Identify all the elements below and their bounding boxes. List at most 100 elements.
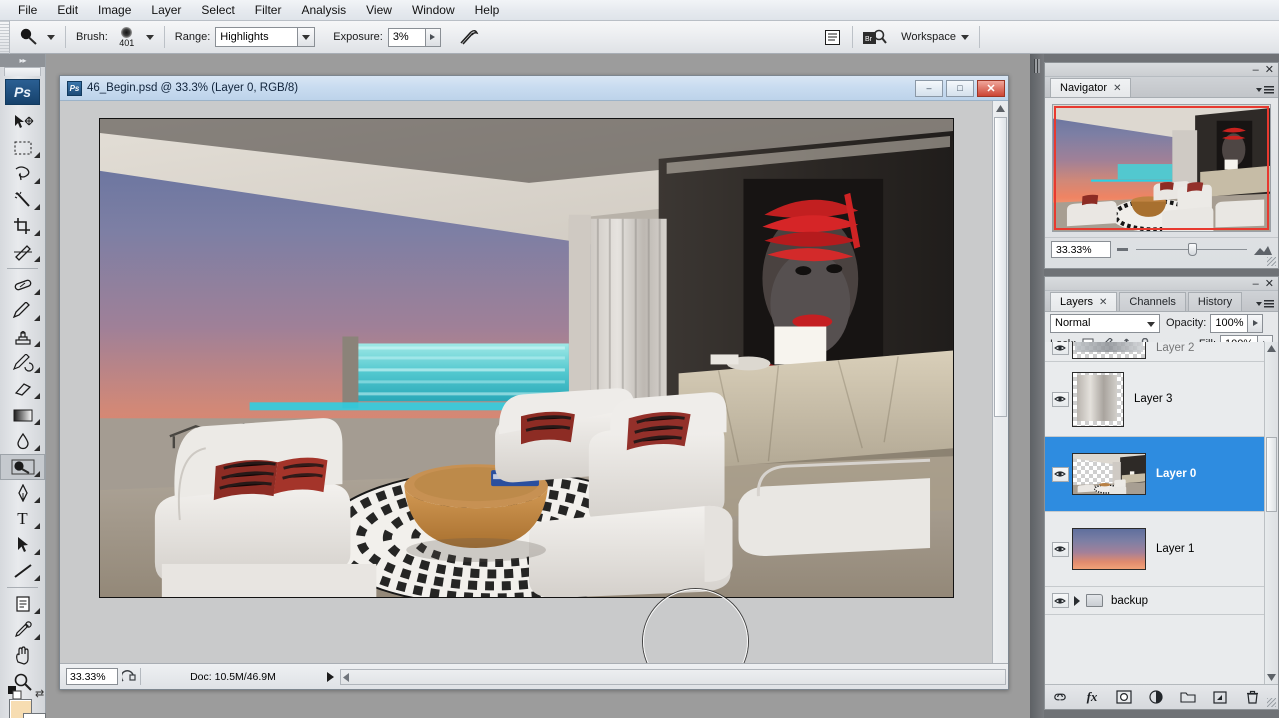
workspace-caret-icon[interactable]: [961, 34, 969, 40]
blend-mode-select[interactable]: Normal: [1050, 313, 1160, 333]
toolbox-collapse-icon[interactable]: [0, 54, 45, 67]
hand-tool[interactable]: [0, 643, 45, 669]
clone-stamp-tool[interactable]: [0, 324, 45, 350]
tab-navigator[interactable]: Navigator ✕: [1050, 78, 1132, 97]
tab-history[interactable]: History: [1187, 292, 1243, 311]
link-layers-icon[interactable]: [1052, 689, 1068, 705]
layers-scroll-up-icon[interactable]: [1267, 345, 1276, 352]
burn-tool-icon[interactable]: [16, 25, 42, 49]
menu-item-filter[interactable]: Filter: [245, 1, 292, 19]
status-proxy-icon[interactable]: [118, 668, 140, 685]
status-menu-triangle-icon[interactable]: [327, 671, 334, 682]
canvas-vertical-scrollbar[interactable]: [992, 101, 1008, 663]
layer-thumbnail[interactable]: [1072, 371, 1124, 427]
menu-item-edit[interactable]: Edit: [47, 1, 88, 19]
dodge-burn-tool[interactable]: [0, 454, 45, 480]
airbrush-icon[interactable]: [456, 25, 482, 49]
pen-tool[interactable]: [0, 480, 45, 506]
layer-name-layer-1[interactable]: Layer 1: [1156, 543, 1194, 555]
layer-row-layer-3[interactable]: Layer 3: [1045, 362, 1278, 437]
close-button[interactable]: ✕: [977, 79, 1005, 97]
new-group-icon[interactable]: [1180, 689, 1196, 705]
layer-visibility-toggle[interactable]: [1048, 342, 1072, 355]
layer-thumbnail[interactable]: [1072, 528, 1146, 570]
document-title-bar[interactable]: Ps 46_Begin.psd @ 33.3% (Layer 0, RGB/8)…: [60, 76, 1008, 101]
menu-item-file[interactable]: File: [8, 1, 47, 19]
layer-visibility-toggle[interactable]: [1048, 391, 1072, 407]
vertical-scroll-thumb[interactable]: [994, 117, 1007, 417]
layer-thumbnail[interactable]: [1072, 342, 1146, 359]
opacity-stepper[interactable]: [1248, 313, 1264, 333]
zoom-in-icon[interactable]: [1252, 245, 1272, 255]
tab-navigator-close-icon[interactable]: ✕: [1113, 83, 1121, 94]
menu-item-window[interactable]: Window: [402, 1, 465, 19]
options-bar-grip[interactable]: [0, 20, 10, 54]
brush-tool[interactable]: [0, 298, 45, 324]
zoom-out-icon[interactable]: [1117, 245, 1131, 254]
scroll-up-icon[interactable]: [993, 101, 1008, 115]
delete-layer-icon[interactable]: [1244, 689, 1260, 705]
navigator-minimize-icon[interactable]: –: [1253, 64, 1259, 75]
canvas-horizontal-scrollbar[interactable]: [340, 668, 1006, 685]
line-tool[interactable]: [0, 558, 45, 584]
exposure-stepper[interactable]: [425, 27, 441, 47]
navigator-panel-menu[interactable]: [1256, 86, 1274, 94]
navigator-zoom-slider[interactable]: [1117, 243, 1272, 256]
layer-row-backup-group[interactable]: backup: [1045, 587, 1278, 615]
zoom-level-input[interactable]: 33.33%: [66, 668, 118, 685]
layers-close-icon[interactable]: ✕: [1265, 277, 1274, 290]
layer-visibility-toggle[interactable]: [1048, 541, 1072, 557]
marquee-tool[interactable]: [0, 135, 45, 161]
menu-item-layer[interactable]: Layer: [141, 1, 191, 19]
gradient-tool[interactable]: [0, 402, 45, 428]
group-expand-triangle-icon[interactable]: [1074, 595, 1080, 606]
layer-name-backup[interactable]: backup: [1111, 595, 1148, 607]
canvas-area[interactable]: [60, 101, 1008, 663]
layer-mask-icon[interactable]: [1116, 689, 1132, 705]
layer-visibility-toggle[interactable]: [1048, 593, 1072, 608]
menu-item-image[interactable]: Image: [88, 1, 141, 19]
type-tool[interactable]: T: [0, 506, 45, 532]
eyedropper-tool[interactable]: [0, 617, 45, 643]
workspace-label[interactable]: Workspace: [901, 31, 956, 43]
layer-row-layer-1[interactable]: Layer 1: [1045, 512, 1278, 587]
layer-name-layer-0[interactable]: Layer 0: [1156, 468, 1196, 480]
menu-item-select[interactable]: Select: [191, 1, 244, 19]
image-canvas[interactable]: [99, 118, 954, 598]
navigator-zoom-input[interactable]: 33.33%: [1051, 241, 1111, 258]
swap-colors-icon[interactable]: ⇄: [35, 687, 44, 700]
new-layer-icon[interactable]: [1212, 689, 1228, 705]
lasso-tool[interactable]: [0, 161, 45, 187]
layer-visibility-toggle[interactable]: [1048, 466, 1072, 482]
navigator-thumbnail[interactable]: [1052, 104, 1271, 232]
layers-resize-grip[interactable]: [1267, 698, 1276, 707]
layers-scroll-thumb[interactable]: [1266, 437, 1277, 512]
slice-tool[interactable]: [0, 239, 45, 265]
exposure-input[interactable]: 3%: [387, 27, 426, 47]
menu-item-analysis[interactable]: Analysis: [291, 1, 356, 19]
layer-name-layer-2[interactable]: Layer 2: [1156, 342, 1194, 354]
navigator-close-icon[interactable]: ✕: [1265, 63, 1274, 76]
range-select-arrow[interactable]: [298, 27, 316, 47]
zoom-slider-knob[interactable]: [1188, 243, 1198, 256]
healing-brush-tool[interactable]: [0, 272, 45, 298]
tab-layers[interactable]: Layers ✕: [1050, 292, 1118, 311]
range-select-value[interactable]: Highlights: [215, 27, 299, 47]
layers-scrollbar[interactable]: [1264, 342, 1278, 684]
zoom-slider-track[interactable]: [1136, 243, 1247, 256]
restore-button[interactable]: □: [946, 79, 974, 97]
layer-name-layer-3[interactable]: Layer 3: [1134, 393, 1172, 405]
move-tool[interactable]: [0, 109, 45, 135]
layer-thumbnail[interactable]: [1072, 453, 1146, 495]
crop-tool[interactable]: [0, 213, 45, 239]
brush-preset-picker[interactable]: 401: [113, 24, 141, 50]
layers-scroll-down-icon[interactable]: [1267, 674, 1276, 681]
layer-style-fx-icon[interactable]: fx: [1084, 689, 1100, 705]
background-color-swatch[interactable]: [23, 713, 46, 718]
bridge-icon[interactable]: Br: [860, 25, 890, 49]
history-brush-tool[interactable]: [0, 350, 45, 376]
blur-tool[interactable]: [0, 428, 45, 454]
opacity-input[interactable]: 100%: [1210, 313, 1249, 333]
tab-layers-close-icon[interactable]: ✕: [1099, 297, 1107, 308]
minimize-button[interactable]: –: [915, 79, 943, 97]
